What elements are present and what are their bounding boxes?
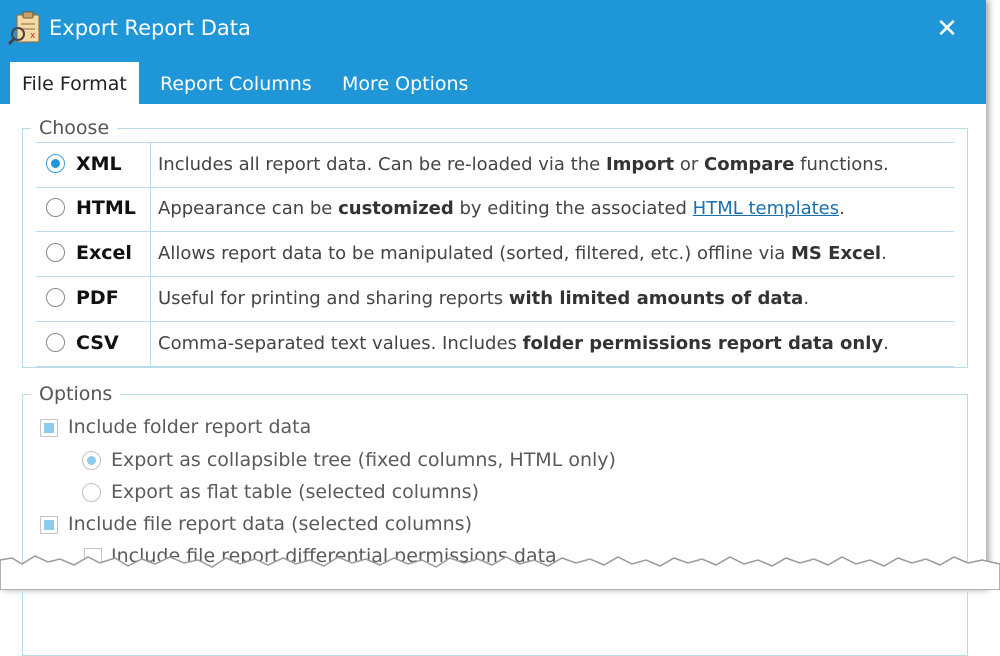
torn-edge [0, 555, 1000, 590]
export-flat-radio[interactable] [82, 483, 101, 502]
description-emphasis: Import [605, 154, 675, 175]
format-radio-pdf[interactable] [46, 288, 65, 307]
include-file-checkbox[interactable] [40, 516, 58, 534]
format-radio-xml[interactable] [46, 154, 65, 173]
format-separator [150, 232, 151, 276]
description-text: . [839, 198, 845, 219]
description-text: Includes all report data. Can be re-load… [158, 154, 606, 175]
close-icon[interactable]: ✕ [930, 12, 964, 46]
description-emphasis: Compare [704, 154, 795, 175]
export-dialog: x Export Report Data ✕ File Format Repor… [0, 0, 986, 656]
description-text: by editing the associated [453, 198, 693, 219]
format-label: HTML [76, 197, 136, 219]
tab-content: Choose XML Includes all report data. Can … [0, 104, 986, 656]
format-separator [150, 187, 151, 231]
tab-file-format[interactable]: File Format [10, 62, 139, 104]
description-text: Comma-separated text values. Includes [158, 333, 523, 354]
tab-more-options[interactable]: More Options [330, 62, 480, 104]
include-folder-checkbox[interactable] [40, 419, 58, 437]
format-label: Excel [76, 242, 132, 264]
description-text: functions. [794, 154, 889, 175]
format-radio-excel[interactable] [46, 243, 65, 262]
format-separator [150, 322, 151, 366]
choose-legend: Choose [31, 117, 118, 139]
dialog-title: Export Report Data [49, 16, 251, 40]
html-templates-link[interactable]: HTML templates [693, 198, 839, 219]
export-flat-label: Export as flat table (selected columns) [111, 481, 479, 503]
title-bar: x Export Report Data ✕ [0, 0, 986, 62]
report-export-icon: x [8, 11, 40, 46]
format-description: Appearance can be customized by editing … [158, 198, 845, 219]
export-tree-label: Export as collapsible tree (fixed column… [111, 449, 616, 471]
format-separator [150, 277, 151, 321]
include-file-label: Include file report data (selected colum… [68, 513, 472, 535]
description-emphasis: MS Excel [791, 243, 882, 264]
description-text: or [674, 154, 704, 175]
format-row-excel[interactable]: Excel Allows report data to be manipulate… [36, 232, 954, 277]
format-description: Useful for printing and sharing reports … [158, 288, 809, 309]
description-emphasis: folder permissions report data only [522, 333, 884, 354]
svg-text:x: x [30, 31, 36, 41]
description-text: Allows report data to be manipulated (so… [158, 243, 791, 264]
format-description: Comma-separated text values. Includes fo… [158, 333, 889, 354]
description-text: . [881, 243, 887, 264]
export-tree-radio[interactable] [82, 451, 101, 470]
description-emphasis: with limited amounts of data [508, 288, 804, 309]
description-text: . [803, 288, 810, 309]
description-text: Useful for printing and sharing reports [158, 288, 509, 309]
format-label: XML [76, 153, 122, 175]
tab-report-columns[interactable]: Report Columns [148, 62, 324, 104]
format-separator [150, 143, 151, 187]
format-description: Includes all report data. Can be re-load… [158, 154, 889, 175]
format-description: Allows report data to be manipulated (so… [158, 243, 887, 264]
format-row-html[interactable]: HTML Appearance can be customized by edit… [36, 187, 954, 232]
tab-bar: File Format Report Columns More Options [0, 62, 986, 104]
format-radio-html[interactable] [46, 198, 65, 217]
include-folder-label: Include folder report data [68, 416, 312, 438]
description-text: Appearance can be [158, 198, 339, 219]
format-label: PDF [76, 287, 119, 309]
options-legend: Options [31, 383, 121, 405]
format-row-xml[interactable]: XML Includes all report data. Can be re-l… [36, 142, 954, 188]
description-text: . [883, 333, 889, 354]
format-row-csv[interactable]: CSV Comma-separated text values. Includes… [36, 322, 954, 367]
format-label: CSV [76, 332, 119, 354]
format-radio-csv[interactable] [46, 333, 65, 352]
description-emphasis: customized [338, 198, 454, 219]
format-row-pdf[interactable]: PDF Useful for printing and sharing repor… [36, 277, 954, 322]
